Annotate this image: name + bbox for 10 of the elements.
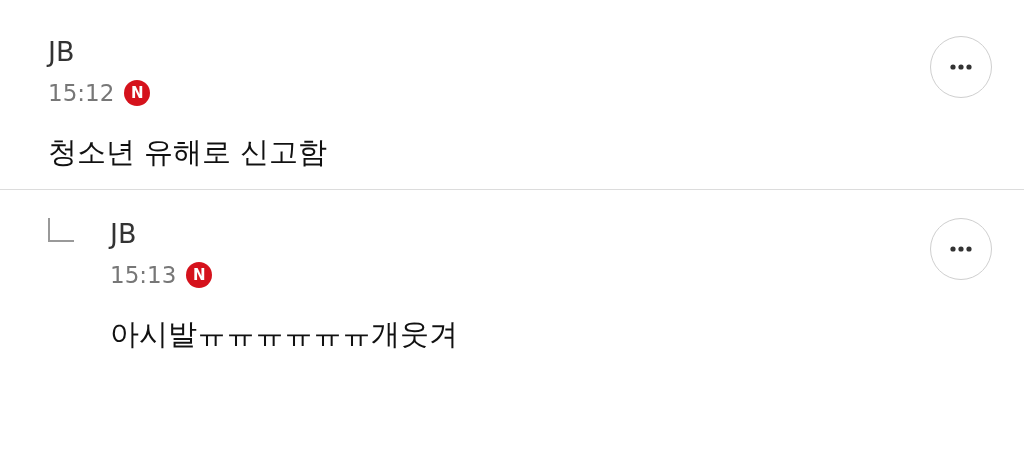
comment-text: 아시발ㅠㅠㅠㅠㅠㅠ개웃겨 xyxy=(110,316,459,352)
badge: N xyxy=(124,80,151,106)
comment-text: 청소년 유해로 신고함 xyxy=(48,134,329,170)
more-icon xyxy=(950,64,972,70)
comment-time: 15:12 xyxy=(48,79,115,108)
author-name: JB xyxy=(110,218,138,250)
badge: N xyxy=(186,262,213,288)
more-icon xyxy=(950,246,972,252)
comment-time: 15:13 xyxy=(110,261,177,290)
author-name: JB xyxy=(48,36,76,68)
